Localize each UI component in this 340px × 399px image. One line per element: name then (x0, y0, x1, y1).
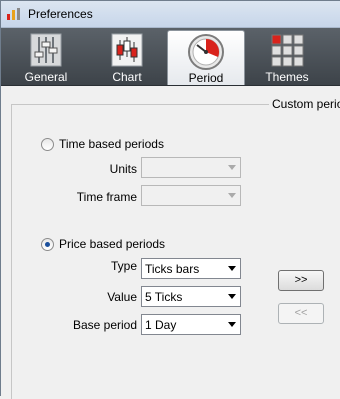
base-period-label: Base period (72, 318, 137, 332)
sliders-icon (30, 33, 62, 67)
type-value: Ticks bars (145, 262, 200, 276)
tab-themes-label: Themes (265, 70, 309, 84)
tab-period[interactable]: Period (167, 30, 245, 85)
tab-themes[interactable]: Themes (248, 30, 326, 85)
period-settings-panel: Custom period Time based periods Units T… (1, 87, 340, 399)
grid-icon (271, 34, 304, 67)
chevron-down-icon (228, 165, 236, 170)
tab-general-label: General (24, 70, 68, 84)
groupbox-border-left (11, 104, 12, 399)
value-label: Value (107, 290, 137, 304)
timeframe-dropdown[interactable] (141, 185, 241, 206)
time-based-radio-circle[interactable] (41, 137, 54, 151)
preferences-window: Preferences General Chart Period Themes … (0, 0, 340, 399)
tab-period-label: Period (188, 71, 224, 85)
title-bar: Preferences (1, 1, 340, 28)
chevron-down-icon (228, 322, 236, 327)
candlestick-chart-icon (111, 33, 143, 67)
custom-period-legend: Custom period (269, 97, 340, 111)
base-period-value: 1 Day (145, 318, 177, 332)
preferences-toolbar: General Chart Period Themes (1, 28, 340, 86)
app-icon (7, 8, 20, 20)
price-based-radio[interactable]: Price based periods (41, 237, 165, 251)
time-based-radio[interactable]: Time based periods (41, 137, 164, 151)
tab-general[interactable]: General (7, 30, 85, 85)
timeframe-label: Time frame (76, 190, 137, 204)
chevron-down-icon (228, 294, 236, 299)
tab-chart[interactable]: Chart (88, 30, 166, 85)
chevron-down-icon (228, 193, 236, 198)
clock-icon (188, 34, 224, 70)
window-title: Preferences (28, 7, 93, 21)
price-based-label: Price based periods (59, 237, 166, 251)
price-based-radio-circle[interactable] (41, 237, 54, 251)
units-label: Units (109, 162, 137, 176)
type-dropdown[interactable]: Ticks bars (141, 258, 241, 279)
value-dropdown[interactable]: 5 Ticks (141, 286, 241, 307)
tab-chart-label: Chart (112, 70, 142, 84)
units-dropdown[interactable] (141, 157, 241, 178)
base-period-dropdown[interactable]: 1 Day (141, 314, 241, 335)
add-period-button[interactable]: >> (278, 270, 324, 291)
remove-period-button[interactable]: << (278, 303, 324, 324)
time-based-label: Time based periods (59, 137, 164, 151)
value-value: 5 Ticks (145, 290, 183, 304)
chevron-down-icon (228, 266, 236, 271)
type-label: Type (110, 259, 137, 273)
